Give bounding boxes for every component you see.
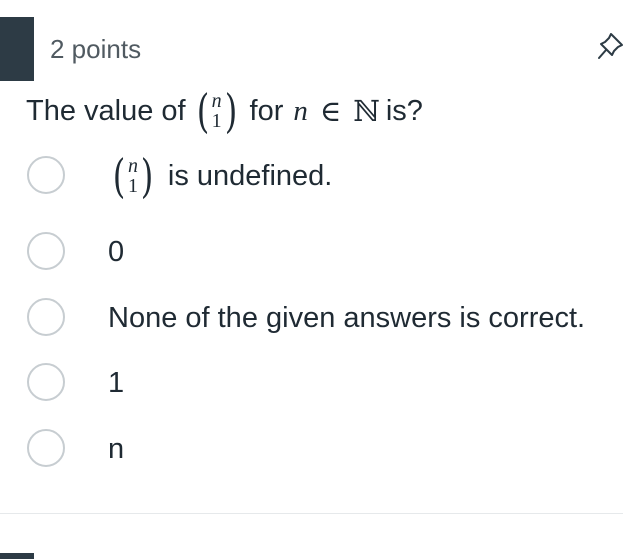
answer-binomial: ( n 1 ) — [112, 149, 154, 203]
answer-option[interactable]: ( n 1 ) is undefined. — [26, 149, 623, 203]
radio-button[interactable] — [27, 232, 65, 270]
element-of-symbol: ∈ — [319, 95, 342, 128]
next-question-accent-bar — [0, 553, 34, 559]
question-suffix: is? — [385, 94, 423, 127]
naturals-symbol: ℕ — [353, 95, 380, 128]
answer-label: n — [108, 432, 125, 465]
radio-button[interactable] — [27, 156, 65, 194]
answer-label: 1 — [108, 366, 125, 399]
answer-label: 0 — [108, 235, 125, 268]
binom-top: n — [127, 155, 138, 177]
answer-label: ( n 1 ) is undefined. — [108, 149, 333, 203]
question-for: for — [249, 94, 284, 127]
answer-option[interactable]: 1 — [26, 361, 623, 407]
question-text: The value of ( n 1 ) for n ∈ ℕ is? — [26, 88, 423, 134]
answer-option[interactable]: n — [26, 427, 623, 473]
question-variable: n — [293, 94, 308, 127]
answer-option[interactable]: 0 — [26, 230, 623, 276]
binom-bottom: 1 — [127, 175, 138, 197]
question-accent-bar — [0, 17, 34, 81]
radio-button[interactable] — [27, 429, 65, 467]
binom-top: n — [211, 90, 222, 112]
radio-button[interactable] — [27, 298, 65, 336]
radio-button[interactable] — [27, 363, 65, 401]
question-binomial: ( n 1 ) — [196, 84, 237, 138]
answer-label: None of the given answers is correct. — [108, 301, 586, 334]
binom-bottom: 1 — [211, 110, 222, 132]
pin-icon[interactable] — [596, 30, 623, 62]
points-label: 2 points — [50, 34, 142, 64]
question-divider — [0, 513, 623, 514]
answer-text: is undefined. — [167, 159, 333, 192]
question-prefix: The value of — [26, 94, 186, 127]
answer-option[interactable]: None of the given answers is correct. — [26, 296, 623, 342]
